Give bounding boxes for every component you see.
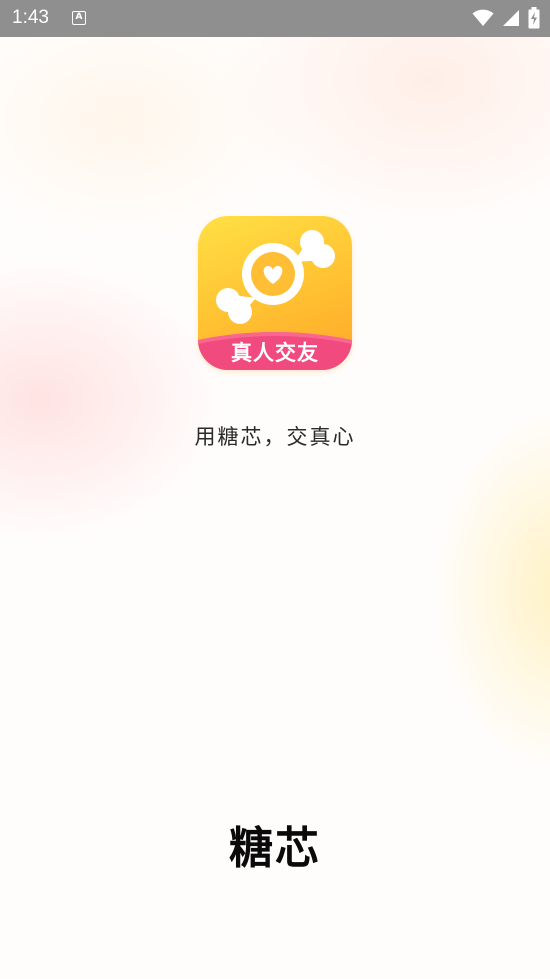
status-icons xyxy=(472,7,540,29)
slogan: 用糖芯，交真心 xyxy=(194,425,356,449)
splash-screen: 1:43 A 真人交友 用糖芯，交真心 糖芯 xyxy=(0,0,550,979)
logo-band-text: 真人交友 xyxy=(231,341,319,365)
battery-charging-icon xyxy=(528,7,540,29)
status-time: 1:43 xyxy=(12,7,49,28)
app-logo: 真人交友 xyxy=(198,216,352,370)
brand-name: 糖芯 xyxy=(229,823,321,874)
a-notification-icon: A xyxy=(72,11,86,25)
status-bar: 1:43 A xyxy=(0,0,550,37)
wifi-icon xyxy=(472,9,494,26)
signal-icon xyxy=(503,10,519,26)
logo-band: 真人交友 xyxy=(198,330,352,370)
